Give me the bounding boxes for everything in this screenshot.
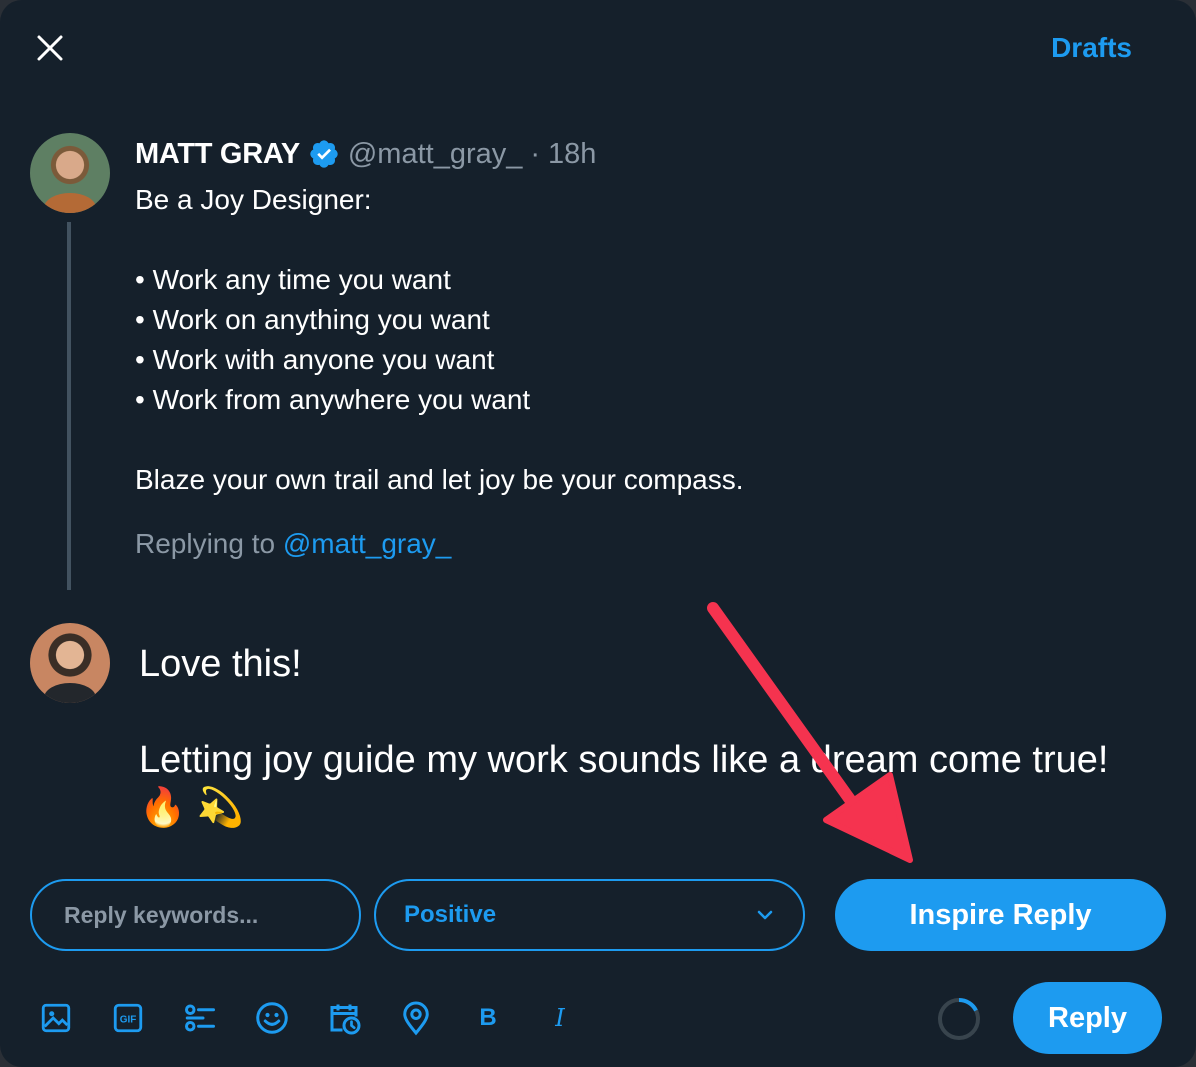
composer-toolbar: GIF B I (32, 994, 608, 1042)
italic-button[interactable]: I (536, 994, 584, 1042)
replying-to: Replying to @matt_gray_ (135, 528, 451, 560)
tweet-line: • Work any time you want (135, 264, 451, 295)
bold-button[interactable]: B (464, 994, 512, 1042)
tweet-line: • Work from anywhere you want (135, 384, 531, 415)
author-avatar[interactable] (30, 133, 110, 213)
schedule-icon (330, 1004, 361, 1035)
reply-line (139, 688, 1129, 736)
gif-icon-label: GIF (120, 1014, 137, 1025)
tweet-header: MATT GRAY @matt_gray_ · 18h (135, 136, 596, 172)
reply-textarea[interactable]: Love this! Letting joy guide my work sou… (139, 640, 1129, 832)
schedule-button[interactable] (320, 994, 368, 1042)
tone-value: Positive (404, 901, 497, 928)
poll-icon (185, 1004, 215, 1032)
inspire-reply-button[interactable]: Inspire Reply (835, 879, 1166, 951)
tweet-line (135, 220, 1035, 260)
gif-icon: GIF (113, 1003, 143, 1033)
reply-line: Letting joy guide my work sounds like a … (139, 739, 1109, 829)
location-button[interactable] (392, 994, 440, 1042)
image-icon (41, 1003, 71, 1033)
reply-submit-button[interactable]: Reply (1013, 982, 1162, 1054)
bold-icon: B (479, 1004, 497, 1031)
tweet-time[interactable]: 18h (548, 138, 596, 171)
author-name[interactable]: MATT GRAY (135, 138, 300, 171)
tweet-line: • Work with anyone you want (135, 344, 495, 375)
location-pin-icon (403, 1001, 429, 1036)
author-handle[interactable]: @matt_gray_ (348, 138, 523, 171)
reply-modal: Drafts MATT GRAY @matt_gray_ · 18h Be a … (0, 0, 1196, 1067)
reply-keywords-input[interactable] (30, 879, 361, 951)
chevron-down-icon (757, 910, 773, 920)
poll-button[interactable] (176, 994, 224, 1042)
media-button[interactable] (32, 994, 80, 1042)
separator-dot: · (530, 137, 541, 170)
reply-line: Love this! (139, 643, 302, 685)
tweet-line (135, 420, 1035, 460)
tweet-line: Be a Joy Designer: (135, 184, 372, 215)
emoji-button[interactable] (248, 994, 296, 1042)
thread-line (67, 222, 71, 590)
tweet-line: Blaze your own trail and let joy be your… (135, 464, 744, 495)
character-count-progress-icon (938, 998, 980, 1040)
tone-select[interactable]: Positive (374, 879, 805, 951)
drafts-link[interactable]: Drafts (1051, 32, 1132, 64)
italic-icon: I (555, 1004, 565, 1032)
close-button[interactable] (30, 28, 70, 68)
verified-badge-icon (308, 138, 340, 170)
tweet-line: • Work on anything you want (135, 304, 490, 335)
replying-handle-link[interactable]: @matt_gray_ (283, 528, 452, 559)
tweet-text: Be a Joy Designer: • Work any time you w… (135, 180, 1035, 500)
gif-button[interactable]: GIF (104, 994, 152, 1042)
close-icon (37, 35, 63, 61)
emoji-icon (256, 1002, 288, 1034)
replying-prefix: Replying to (135, 528, 276, 559)
user-avatar[interactable] (30, 623, 110, 703)
